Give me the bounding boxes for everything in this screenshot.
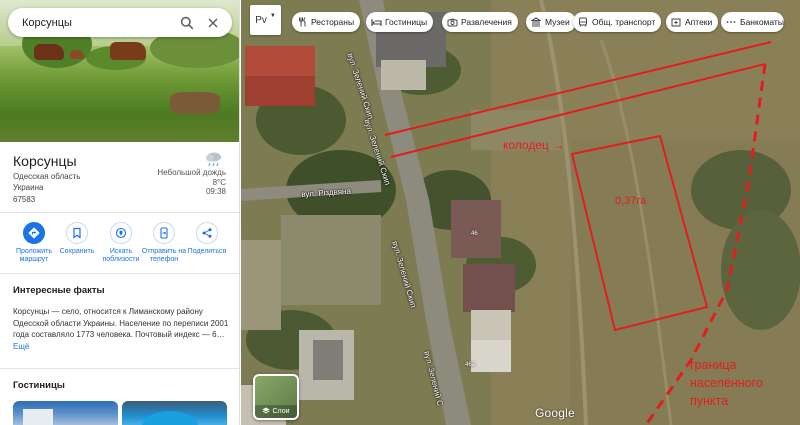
restaurant-icon — [296, 16, 308, 28]
share-button[interactable]: Поделиться — [183, 222, 231, 256]
chip-label: Банкоматы — [740, 17, 784, 27]
google-logo: Google — [535, 406, 575, 420]
save-button[interactable]: Сохранить — [53, 222, 101, 256]
photo-cow — [34, 44, 64, 60]
hotels-heading: Гостиницы — [13, 380, 65, 391]
atm-icon — [725, 16, 737, 28]
facts-heading: Интересные факты — [13, 285, 105, 296]
annotation-line — [390, 63, 766, 158]
chip-entertainment[interactable]: Развлечения — [442, 12, 518, 32]
chip-label: Общ. транспорт — [592, 17, 656, 27]
language-label: Рv — [255, 14, 267, 26]
place-country: Украина — [13, 183, 44, 192]
plot-boundary — [570, 134, 709, 332]
chip-pharmacies[interactable]: Аптеки — [666, 12, 719, 32]
weather-description: Небольшой дождь — [157, 168, 226, 177]
chip-label: Гостиницы — [385, 17, 428, 27]
send-to-phone-label: Отправить на телефон — [141, 248, 187, 263]
chip-label: Аптеки — [685, 17, 713, 27]
annotation-well: колодец → — [503, 138, 565, 152]
layers-label: Слои — [272, 408, 290, 415]
weather-time: 09:38 — [205, 187, 226, 196]
search-input[interactable]: Корсунцы — [22, 17, 174, 29]
museum-icon — [530, 16, 542, 28]
phone-icon — [153, 222, 175, 244]
place-postcode: 67583 — [13, 195, 36, 204]
place-region: Одесская область — [13, 172, 81, 181]
language-dropdown[interactable]: Рv ▼ — [250, 5, 281, 35]
directions-button[interactable]: Проложить маршрут — [10, 222, 58, 264]
chip-restaurants[interactable]: Рестораны — [292, 12, 361, 32]
annotation-border: граница населённого пункта — [690, 358, 763, 408]
divider — [0, 368, 239, 369]
layers-icon — [262, 407, 270, 416]
chip-label: Развлечения — [461, 17, 512, 27]
nearby-icon — [110, 222, 132, 244]
chip-museums[interactable]: Музеи — [526, 12, 576, 32]
directions-icon — [23, 222, 45, 244]
send-to-phone-button[interactable]: Отправить на телефон — [140, 222, 188, 264]
close-icon[interactable] — [200, 10, 226, 36]
facts-more-link[interactable]: Ещё — [13, 342, 29, 351]
photo-branches — [170, 92, 220, 114]
weather-temperature: 8°C — [212, 178, 226, 187]
place-title: Корсунцы — [13, 153, 77, 169]
weather-widget: Небольшой дождь 8°C 09:38 — [148, 150, 230, 198]
layers-label-row: Слои — [255, 405, 297, 418]
hotel-photo-building — [23, 409, 53, 425]
transit-icon — [577, 16, 589, 28]
search-box[interactable]: Корсунцы — [8, 8, 232, 37]
facts-body: Корсунцы — село, относится к Лиманскому … — [13, 307, 229, 339]
divider — [0, 273, 239, 274]
pharmacy-icon — [670, 16, 682, 28]
nearby-label: Искать поблизости — [102, 248, 140, 263]
camera-icon — [446, 16, 458, 28]
save-label: Сохранить — [59, 248, 95, 255]
hotel-icon — [370, 16, 382, 28]
layers-button[interactable]: Слои — [253, 374, 299, 420]
hotel-photo-pool — [142, 411, 198, 425]
chip-hotels[interactable]: Гостиницы — [366, 12, 434, 32]
chip-label: Рестораны — [311, 17, 355, 27]
chip-label: Музеи — [545, 17, 570, 27]
divider — [0, 212, 239, 213]
chip-atms[interactable]: Банкоматы — [721, 12, 784, 32]
share-label: Поделиться — [187, 248, 227, 255]
place-panel: Корсунцы Корсунцы Одесская область Украи… — [0, 0, 240, 425]
photo-cow — [70, 50, 84, 59]
chip-transit[interactable]: Общ. транспорт — [573, 12, 662, 32]
hotel-card[interactable] — [13, 401, 118, 425]
action-buttons: Проложить маршрут Сохранить Искать побли… — [0, 222, 239, 272]
photo-cow — [110, 42, 146, 60]
search-icon[interactable] — [174, 10, 200, 36]
directions-label: Проложить маршрут — [15, 248, 53, 263]
nearby-button[interactable]: Искать поблизости — [97, 222, 145, 264]
bookmark-icon — [66, 222, 88, 244]
caret-down-icon: ▼ — [269, 13, 276, 19]
hotel-card[interactable] — [122, 401, 227, 425]
facts-text: Корсунцы — село, относится к Лиманскому … — [13, 306, 235, 352]
satellite-map[interactable]: вул. Зелений Скип вул. Зелений Скип вул.… — [241, 0, 800, 425]
annotation-area: 0,37га — [615, 195, 647, 207]
annotation-line — [384, 41, 772, 136]
share-icon — [196, 222, 218, 244]
